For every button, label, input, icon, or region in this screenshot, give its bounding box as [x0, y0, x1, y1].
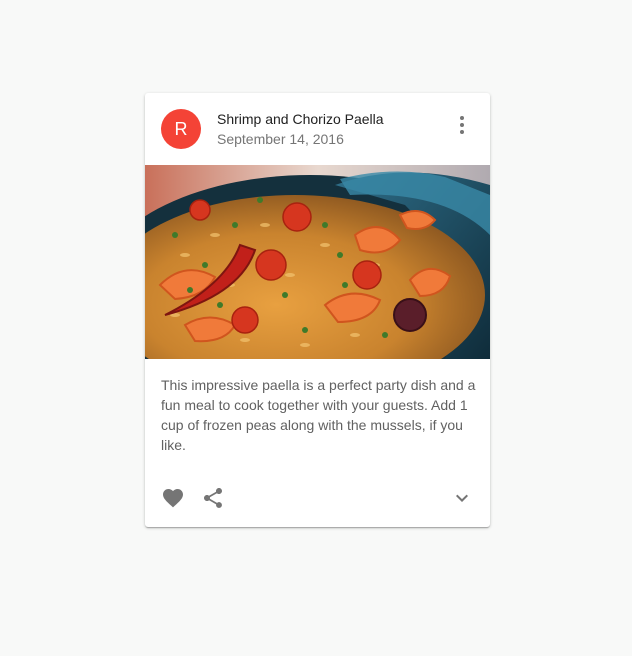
- favorite-button[interactable]: [153, 478, 193, 518]
- card-header: R Shrimp and Chorizo Paella September 14…: [145, 93, 490, 165]
- card-title: Shrimp and Chorizo Paella: [217, 111, 384, 127]
- share-icon: [204, 488, 222, 508]
- more-options-button[interactable]: [442, 101, 482, 149]
- expand-button[interactable]: [442, 478, 482, 518]
- card-subheader: September 14, 2016: [217, 131, 344, 147]
- more-vert-icon: [460, 116, 464, 134]
- card-description: This impressive paella is a perfect part…: [161, 377, 476, 453]
- share-button[interactable]: [193, 478, 233, 518]
- expand-more-icon: [456, 494, 468, 502]
- paella-image: [145, 165, 490, 359]
- recipe-card: R Shrimp and Chorizo Paella September 14…: [145, 93, 490, 527]
- avatar: R: [161, 109, 201, 149]
- favorite-icon: [163, 489, 183, 508]
- card-media: [145, 165, 490, 359]
